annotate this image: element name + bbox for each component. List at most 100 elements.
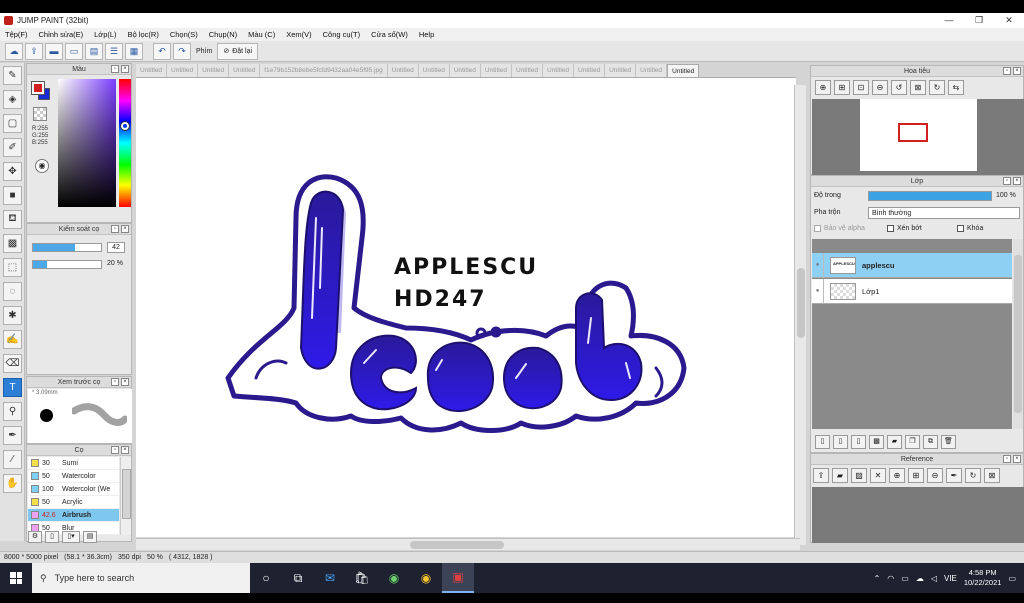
doc-tab-active[interactable]: Untitled <box>667 64 700 77</box>
canvas-hscroll-thumb[interactable] <box>410 541 504 549</box>
rotate-right-icon[interactable]: ↻ <box>929 80 945 95</box>
ref-fit-icon[interactable]: ⊞ <box>908 468 924 483</box>
menu-select[interactable]: Chọn(S) <box>170 30 198 39</box>
menu-capture[interactable]: Chụp(N) <box>209 30 237 39</box>
menu-window[interactable]: Cửa sổ(W) <box>371 30 408 39</box>
task-view-icon[interactable]: ⧉ <box>282 563 314 593</box>
doc-tab[interactable]: Untitled <box>198 64 230 77</box>
panel-float-icon[interactable]: ▫ <box>111 225 119 233</box>
pick-tool-icon[interactable]: ⁄ <box>3 450 22 469</box>
doc-tab[interactable]: Untitled <box>542 64 575 77</box>
undo-icon[interactable]: ↶ <box>153 42 171 60</box>
panel-close-icon[interactable]: × <box>1013 67 1021 75</box>
ref-rotate-icon[interactable]: ↻ <box>965 468 981 483</box>
reset-button[interactable]: ⊘ Đặt lại <box>217 42 259 60</box>
panel-close-icon[interactable]: × <box>121 225 129 233</box>
brush-item-selected[interactable]: 42.6 Airbrush <box>28 509 119 522</box>
brush-list-scroll-thumb[interactable] <box>122 469 131 519</box>
flip-icon[interactable]: ⇆ <box>948 80 964 95</box>
brush-size-value[interactable]: 42 <box>107 242 125 253</box>
navigator-view[interactable] <box>812 99 1024 175</box>
share-icon[interactable]: ⇪ <box>25 42 43 60</box>
text-tool-icon[interactable]: T <box>3 378 22 397</box>
saturation-value-picker[interactable] <box>58 79 116 207</box>
brush-settings-icon[interactable]: ⚙ <box>28 531 42 543</box>
lasso-tool-icon[interactable]: ◌ <box>3 282 22 301</box>
hand-tool-icon[interactable]: ✋ <box>3 474 22 493</box>
transparent-color-swatch[interactable] <box>33 107 47 121</box>
layer-row-selected[interactable]: ● APPLESCU applescu <box>812 252 1012 278</box>
menu-layer[interactable]: Lớp(L) <box>94 30 116 39</box>
list-icon[interactable]: ☰ <box>105 42 123 60</box>
start-button[interactable] <box>0 563 32 593</box>
panel-close-icon[interactable]: × <box>1013 455 1021 463</box>
doc-tab[interactable]: Untitled <box>636 64 668 77</box>
mail-icon[interactable]: ✉ <box>314 563 346 593</box>
drawing-canvas[interactable]: APPLESCU HD247 <box>136 77 796 537</box>
move-tool-icon[interactable]: ✥ <box>3 162 22 181</box>
zoom-fit-icon[interactable]: ⊞ <box>834 80 850 95</box>
browser-edge-icon[interactable]: ◉ <box>378 563 410 593</box>
chevron-up-icon[interactable]: ⌃ <box>874 574 881 583</box>
panel-close-icon[interactable]: × <box>121 378 129 386</box>
eraser-tool-icon[interactable]: ◈ <box>3 90 22 109</box>
clip-checkbox[interactable]: Xén bớt <box>887 225 922 232</box>
doc-tab[interactable]: Untitled <box>387 64 419 77</box>
ref-zoom-out-icon[interactable]: ⊖ <box>927 468 943 483</box>
doc-tab[interactable]: Untitled <box>167 64 199 77</box>
ref-close-icon[interactable]: ✕ <box>870 468 886 483</box>
brush-copy-icon[interactable]: ▯▾ <box>62 531 80 543</box>
chrome-icon[interactable]: ◉ <box>410 563 442 593</box>
doc-tab[interactable]: Untitled <box>229 64 261 77</box>
doc-tab[interactable]: Untitled <box>418 64 450 77</box>
panel-float-icon[interactable]: ▫ <box>1003 455 1011 463</box>
palette-icon[interactable]: ◉ <box>35 159 49 173</box>
new-layer-icon[interactable]: ▯ <box>815 435 830 449</box>
doc-tab[interactable]: Untitled <box>480 64 512 77</box>
layer-visibility-icon[interactable]: ● <box>812 252 824 278</box>
magic-wand-tool-icon[interactable]: ✱ <box>3 306 22 325</box>
ref-image-icon[interactable]: ▨ <box>851 468 867 483</box>
panel-close-icon[interactable]: × <box>121 446 129 454</box>
panel-float-icon[interactable]: ▫ <box>111 446 119 454</box>
taskbar-search[interactable]: ⚲ Type here to search <box>32 563 250 593</box>
volume-icon[interactable]: ◁ <box>931 574 937 583</box>
layout-icon[interactable]: ▦ <box>125 42 143 60</box>
gradient-tool-icon[interactable]: ▩ <box>3 234 22 253</box>
hue-slider[interactable] <box>119 79 131 207</box>
blend-mode-select[interactable]: Bình thường <box>868 207 1020 219</box>
panel-close-icon[interactable]: × <box>121 65 129 73</box>
eyedropper-tool-icon[interactable]: ✒ <box>3 426 22 445</box>
canvas-horizontal-scrollbar[interactable] <box>136 538 800 550</box>
brush-item[interactable]: 50 Watercolor <box>28 470 119 483</box>
chat-icon[interactable]: ▭ <box>65 42 83 60</box>
zoom-in-icon[interactable]: ⊕ <box>815 80 831 95</box>
maximize-button[interactable]: ❐ <box>964 13 994 28</box>
ref-zoom-in-icon[interactable]: ⊕ <box>889 468 905 483</box>
zoom-out-icon[interactable]: ⊖ <box>872 80 888 95</box>
menu-edit[interactable]: Chỉnh sửa(E) <box>39 30 84 39</box>
hue-handle[interactable] <box>120 121 130 131</box>
panel-float-icon[interactable]: ▫ <box>111 65 119 73</box>
layer-pattern-icon[interactable]: ▩ <box>869 435 884 449</box>
navigator-viewport-rect[interactable] <box>898 123 928 142</box>
pen-tool-icon[interactable]: ✐ <box>3 138 22 157</box>
battery-icon[interactable]: ▭ <box>901 574 909 583</box>
layer-scroll-thumb[interactable] <box>1014 255 1022 413</box>
doc-tab[interactable]: Untitled <box>574 64 606 77</box>
store-icon[interactable]: 🛍 <box>346 563 378 593</box>
operation-tool-icon[interactable]: ⚲ <box>3 402 22 421</box>
minimize-button[interactable]: — <box>934 13 964 28</box>
canvas-vscroll-thumb[interactable] <box>797 268 805 338</box>
cortana-icon[interactable]: ○ <box>250 563 282 593</box>
bucket-tool-icon[interactable]: ⛾ <box>3 210 22 229</box>
brush-new-icon[interactable]: ▯ <box>45 531 59 543</box>
ref-open-icon[interactable]: ▰ <box>832 468 848 483</box>
ref-eyedropper-icon[interactable]: ✒ <box>946 468 962 483</box>
notification-icon[interactable]: ▭ <box>1008 574 1016 583</box>
panel-close-icon[interactable]: × <box>1013 177 1021 185</box>
rotate-reset-icon[interactable]: ⊠ <box>910 80 926 95</box>
brush-size-slider[interactable] <box>32 243 102 252</box>
doc-tab[interactable]: Untitled <box>511 64 543 77</box>
brush-tool-icon[interactable]: ✎ <box>3 66 22 85</box>
